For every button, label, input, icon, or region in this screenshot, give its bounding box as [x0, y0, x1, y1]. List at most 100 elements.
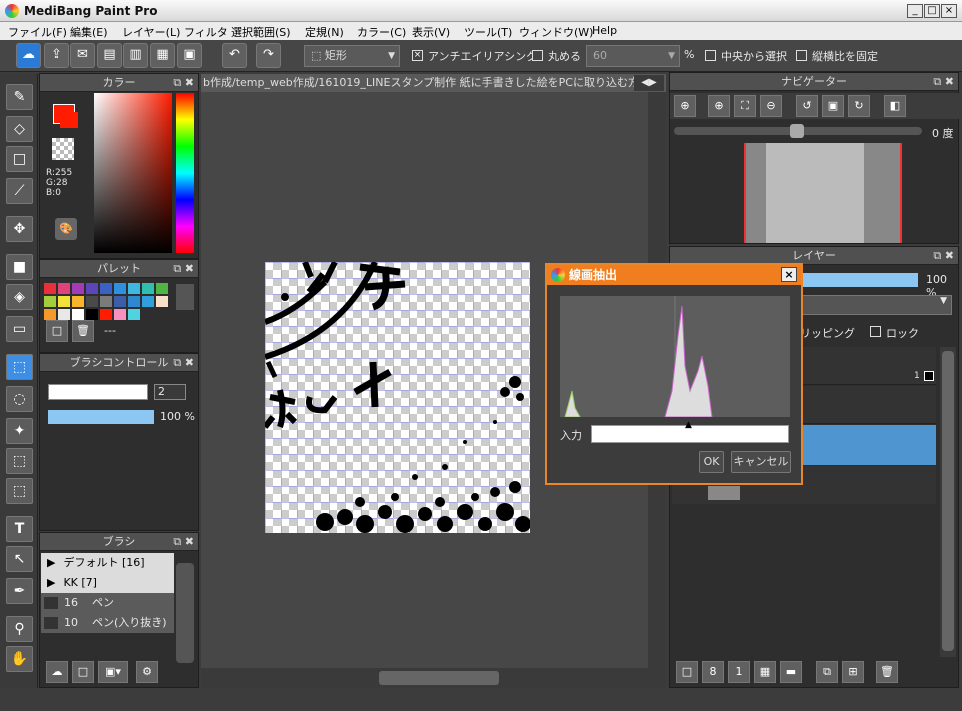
palette-swatch[interactable]: [44, 309, 56, 320]
panel-close-icon[interactable]: ⧉ ✖: [933, 247, 954, 265]
select-eraser-icon[interactable]: ⬚: [6, 478, 33, 504]
palette-swatch[interactable]: [86, 283, 98, 294]
layer-opacity-slider[interactable]: [796, 273, 918, 287]
palette-swatch[interactable]: [72, 296, 84, 307]
blend-mode-select[interactable]: ▼: [796, 295, 952, 315]
panel-close-icon[interactable]: ⧉ ✖: [933, 73, 954, 91]
zoom-actual-icon[interactable]: ⊕: [674, 95, 696, 117]
palette-swatch[interactable]: [114, 309, 126, 320]
brush-cloud-icon[interactable]: ☁: [46, 661, 68, 683]
close-button[interactable]: ×: [941, 4, 957, 18]
transparent-color-swatch[interactable]: [52, 138, 74, 160]
menu-layer[interactable]: レイヤー(L): [122, 24, 180, 40]
undo-icon[interactable]: ↶: [222, 43, 247, 68]
palette-swatch[interactable]: [128, 283, 140, 294]
brush-list-scrollbar[interactable]: [176, 563, 194, 663]
palette-swatch[interactable]: [156, 296, 168, 307]
brush-item-pen-taper[interactable]: 10 ペン(入り抜き): [41, 613, 174, 633]
ok-button[interactable]: OK: [699, 451, 724, 473]
gradient-tool-icon[interactable]: ▭: [6, 316, 33, 342]
menu-view[interactable]: 表示(V): [412, 24, 450, 40]
cloud-icon[interactable]: ☁: [16, 43, 41, 68]
round-checkbox[interactable]: [532, 50, 543, 61]
hand-tool-icon[interactable]: ✋: [6, 646, 33, 672]
palette-swatch[interactable]: [142, 283, 154, 294]
menu-tool[interactable]: ツール(T): [464, 24, 512, 40]
new-folder-icon[interactable]: ▬: [780, 661, 802, 683]
color-picker-icon[interactable]: 🎨: [55, 218, 77, 240]
redo-icon[interactable]: ↷: [256, 43, 281, 68]
delete-layer-icon[interactable]: 🗑: [876, 661, 898, 683]
move-tool-icon[interactable]: ✥: [6, 216, 33, 242]
document-tab[interactable]: b作成/temp_web作成/161019_LINEスタンプ制作 紙に手書きした…: [201, 74, 666, 92]
brush-size-input[interactable]: 2: [154, 384, 186, 400]
shape-select[interactable]: ⬚ 矩形 ▼: [304, 45, 400, 67]
maximize-button[interactable]: □: [924, 4, 940, 18]
palette-swatch[interactable]: [142, 296, 154, 307]
palette-swatch[interactable]: [128, 309, 140, 320]
lock-checkbox[interactable]: [870, 326, 881, 337]
menu-ruler[interactable]: 定規(N): [305, 24, 344, 40]
merge-layer-icon[interactable]: ⊞: [842, 661, 864, 683]
aspect-checkbox[interactable]: [796, 50, 807, 61]
hue-slider[interactable]: [176, 93, 194, 253]
select-tool-icon[interactable]: ⬚: [6, 354, 33, 380]
rotate-right-icon[interactable]: ↻: [848, 95, 870, 117]
brush-item-pen[interactable]: 16 ペン: [41, 593, 174, 613]
palette-swatch[interactable]: [114, 283, 126, 294]
panel-close-icon[interactable]: ⧉ ✖: [173, 260, 194, 278]
dot-tool-icon[interactable]: □: [6, 146, 33, 172]
new-brush-icon[interactable]: □: [72, 661, 94, 683]
dialog-close-icon[interactable]: ×: [781, 267, 797, 282]
divide-tool-icon[interactable]: ✒: [6, 578, 33, 604]
layer-scroll-thumb[interactable]: [942, 351, 954, 651]
panel-close-icon[interactable]: ⧉ ✖: [173, 533, 194, 551]
select-pen-icon[interactable]: ⬚: [6, 448, 33, 474]
brush-group-kk[interactable]: ▶ KK [7]: [41, 573, 174, 593]
duplicate-layer-icon[interactable]: ⧉: [816, 661, 838, 683]
brush-group-default[interactable]: ▶ デフォルト [16]: [41, 553, 174, 573]
round-value-input[interactable]: 60 ▼: [586, 45, 680, 67]
rotate-left-icon[interactable]: ↺: [796, 95, 818, 117]
palette-swatch[interactable]: [128, 296, 140, 307]
layer-scrollbar[interactable]: [940, 347, 956, 657]
flip-icon[interactable]: ◧: [884, 95, 906, 117]
cancel-button[interactable]: キャンセル: [731, 451, 791, 473]
zoom-in-icon[interactable]: ⊕: [708, 95, 730, 117]
menu-window[interactable]: ウィンドウ(W): [519, 24, 593, 40]
palette-swatch[interactable]: [72, 283, 84, 294]
menu-color[interactable]: カラー(C): [357, 24, 406, 40]
new-tone-layer-icon[interactable]: ▦: [754, 661, 776, 683]
palette-swatches[interactable]: [42, 281, 172, 320]
palette-swatch[interactable]: [86, 309, 98, 320]
brush-menu-icon[interactable]: ▣▾: [98, 661, 128, 683]
saturation-value-field[interactable]: [94, 93, 172, 253]
share-icon[interactable]: ⇪: [44, 43, 69, 68]
page-icon[interactable]: ▥: [123, 43, 148, 68]
lasso-tool-icon[interactable]: ◌: [6, 386, 33, 412]
navigator-preview[interactable]: [744, 143, 902, 243]
menu-edit[interactable]: 編集(E): [70, 24, 108, 40]
palette-swatch[interactable]: [58, 296, 70, 307]
layout-icon[interactable]: ▣: [177, 43, 202, 68]
palette-swatch[interactable]: [100, 309, 112, 320]
palette-swatch[interactable]: [156, 283, 168, 294]
text-tool-icon[interactable]: T: [6, 516, 33, 542]
zoom-out-icon[interactable]: ⊖: [760, 95, 782, 117]
eyedropper-icon[interactable]: ⚲: [6, 616, 33, 642]
panel-close-icon[interactable]: ⧉ ✖: [173, 354, 194, 372]
palette-swatch[interactable]: [86, 296, 98, 307]
new-layer-icon[interactable]: □: [676, 661, 698, 683]
brush-size-slider[interactable]: [48, 384, 148, 400]
palette-swatch[interactable]: [72, 309, 84, 320]
reset-rotation-icon[interactable]: ▣: [822, 95, 844, 117]
new-1bit-layer-icon[interactable]: 1: [728, 661, 750, 683]
fit-icon[interactable]: ⛶: [734, 95, 756, 117]
palette-swatch[interactable]: [100, 296, 112, 307]
level-slider-thumb[interactable]: ▲: [685, 420, 692, 430]
brush-opacity-slider[interactable]: [48, 410, 154, 424]
palette-swatch[interactable]: [100, 283, 112, 294]
message-icon[interactable]: ▤: [97, 43, 122, 68]
palette-swatch[interactable]: [44, 283, 56, 294]
magic-wand-icon[interactable]: ✦: [6, 418, 33, 444]
